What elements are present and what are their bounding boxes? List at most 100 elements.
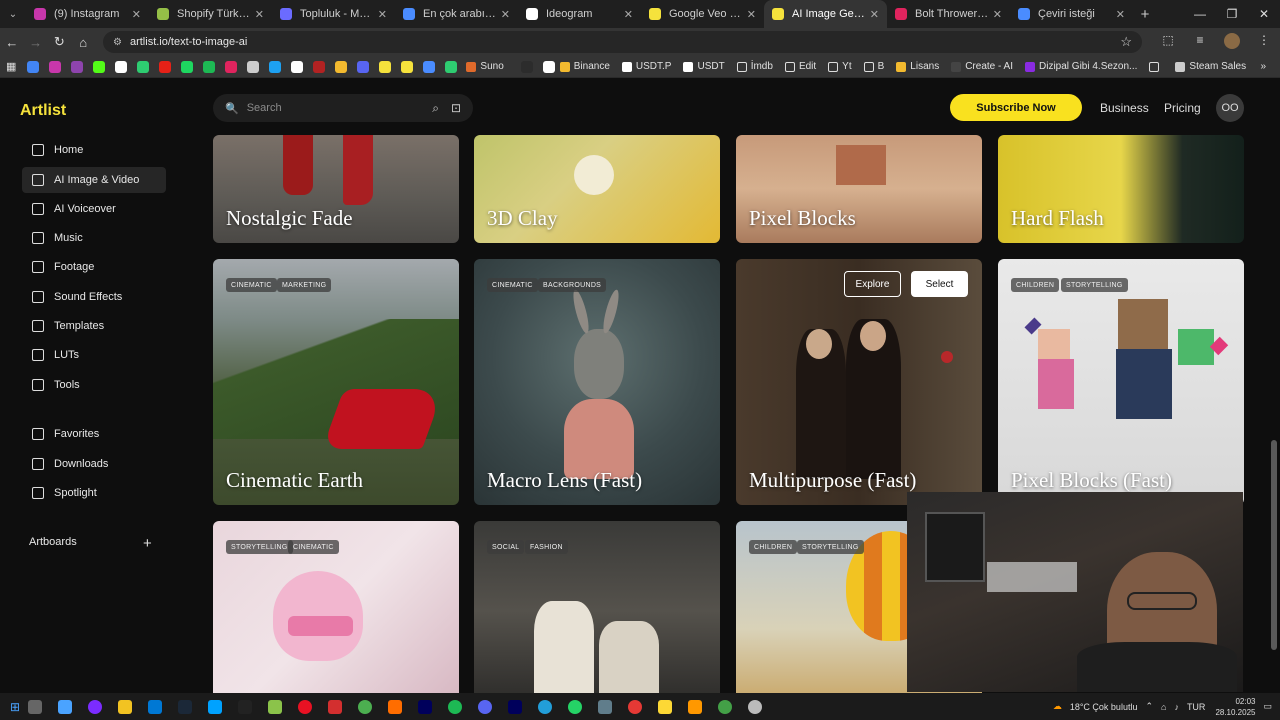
sidebar-item-tools[interactable]: Tools [22, 372, 166, 398]
task-view-icon[interactable] [28, 699, 43, 714]
business-link[interactable]: Business [1100, 101, 1149, 115]
tab-ideogram[interactable]: Ideogram ✕ [518, 0, 641, 28]
language-indicator[interactable]: TUR [1187, 702, 1206, 712]
bookmark-usdt[interactable]: USDT [683, 61, 725, 72]
notification-icon[interactable]: ▭ [1263, 701, 1272, 712]
style-card-social-fashion[interactable]: SOCIAL FASHION [474, 521, 720, 693]
sidebar-item-home[interactable]: Home [22, 137, 166, 163]
bookmark-icon[interactable] [115, 60, 128, 73]
select-button[interactable]: Select [911, 271, 968, 297]
close-icon[interactable]: ✕ [378, 8, 387, 21]
bookmark-icon[interactable] [225, 60, 238, 73]
sidebar-item-ai-voiceover[interactable]: AI Voiceover [22, 196, 166, 222]
subscribe-button[interactable]: Subscribe Now [950, 94, 1082, 121]
weather-icon[interactable]: ☁ [1053, 701, 1062, 712]
network-icon[interactable]: ⌂ [1161, 702, 1166, 712]
tray-overflow-icon[interactable]: ⌃ [1145, 701, 1153, 712]
sidebar-item-music[interactable]: Music [22, 225, 166, 251]
explore-button[interactable]: Explore [844, 271, 901, 297]
folder-yt[interactable]: Yt [828, 61, 852, 72]
close-icon[interactable]: ✕ [993, 8, 1002, 21]
sidebar-item-favorites[interactable]: Favorites [22, 421, 166, 447]
extensions-icon[interactable]: ⬚ [1152, 33, 1184, 52]
tab-instagram[interactable]: (9) Instagram ✕ [26, 0, 149, 28]
url-field[interactable]: ⚙ artlist.io/text-to-image-ai ☆ [103, 31, 1143, 53]
sidebar-item-footage[interactable]: Footage [22, 254, 166, 280]
folder-bookmark[interactable] [1149, 61, 1163, 72]
tab-meshy[interactable]: Topluluk - Meshy ✕ [272, 0, 395, 28]
apps-icon[interactable]: ▦ [6, 60, 16, 73]
clock[interactable]: 02:03 28.10.2025 [1215, 696, 1255, 718]
bookmark-usdtp[interactable]: USDT.P [621, 61, 671, 72]
tab-ai-image-generator[interactable]: AI Image Generator ✕ [764, 0, 887, 28]
restore-icon[interactable]: ❐ [1216, 7, 1248, 21]
app-icon[interactable] [718, 699, 733, 714]
artlist-logo[interactable]: Artlist [20, 102, 66, 120]
bookmark-icon[interactable] [49, 60, 62, 73]
style-card-cinematic-earth[interactable]: CINEMATIC MARKETING Cinematic Earth [213, 259, 459, 505]
bookmark-icon[interactable] [357, 60, 370, 73]
app-icon[interactable] [388, 699, 403, 714]
add-artboard-icon[interactable]: + [143, 535, 152, 552]
close-icon[interactable]: ✕ [870, 8, 879, 21]
file-explorer-icon[interactable] [118, 699, 133, 714]
style-card-macro-lens-fast[interactable]: CINEMATIC BACKGROUNDS Macro Lens (Fast) [474, 259, 720, 505]
page-scrollbar[interactable] [1271, 440, 1277, 650]
close-icon[interactable]: ✕ [501, 8, 510, 21]
sidebar-item-downloads[interactable]: Downloads [22, 451, 166, 477]
style-card-nostalgic-fade[interactable]: Nostalgic Fade [213, 135, 459, 243]
tab-shopify[interactable]: Shopify Türkiye ✕ [149, 0, 272, 28]
bookmark-dizipal[interactable]: Dizipal Gibi 4.Sezon... [1025, 61, 1137, 72]
bookmark-icon[interactable] [247, 60, 260, 73]
folder-edit[interactable]: Edit [784, 61, 816, 72]
bookmark-icon[interactable] [181, 60, 194, 73]
bookmark-create-ai[interactable]: Create - AI [951, 61, 1013, 72]
opera-icon[interactable] [298, 699, 313, 714]
close-icon[interactable]: ✕ [747, 8, 756, 21]
tab-keywords[interactable]: En çok arabılan kelime ✕ [395, 0, 518, 28]
profile-avatar[interactable] [1216, 32, 1248, 52]
whatsapp-icon[interactable] [568, 699, 583, 714]
forward-icon[interactable]: → [24, 35, 48, 50]
tab-veo[interactable]: Google Veo 3: Revolu ✕ [641, 0, 764, 28]
bookmark-icon[interactable] [423, 60, 436, 73]
bookmark-icon[interactable] [542, 60, 555, 73]
folder-imdb[interactable]: İmdb [736, 61, 773, 72]
calculator-icon[interactable] [598, 699, 613, 714]
minimize-icon[interactable]: — [1184, 7, 1216, 21]
bookmark-icon[interactable] [379, 60, 392, 73]
tab-bolt-thrower[interactable]: Bolt Thrower - The N ✕ [887, 0, 1010, 28]
close-icon[interactable]: ✕ [1116, 8, 1125, 21]
bookmarks-overflow-icon[interactable]: » [1260, 61, 1266, 72]
bookmark-steam-sales[interactable]: Steam Sales [1175, 61, 1246, 72]
discord-icon[interactable] [478, 699, 493, 714]
close-window-icon[interactable]: ✕ [1248, 7, 1280, 21]
bookmark-icon[interactable] [445, 60, 458, 73]
bookmark-binance[interactable]: Binance [559, 61, 610, 72]
style-card-hard-flash[interactable]: Hard Flash [998, 135, 1244, 243]
capcut-icon[interactable] [238, 699, 253, 714]
search-submit-icon[interactable]: ⌕ [432, 101, 439, 116]
bookmark-icon[interactable] [159, 60, 172, 73]
audition-icon[interactable] [508, 699, 523, 714]
app-icon[interactable] [268, 699, 283, 714]
telegram-icon[interactable] [538, 699, 553, 714]
sidebar-item-templates[interactable]: Templates [22, 313, 166, 339]
bookmark-icon[interactable] [401, 60, 414, 73]
bookmark-icon[interactable] [93, 60, 106, 73]
bookmark-icon[interactable] [269, 60, 282, 73]
style-card-3d-clay[interactable]: 3D Clay [474, 135, 720, 243]
steam-icon[interactable] [178, 699, 193, 714]
app-icon[interactable] [688, 699, 703, 714]
menu-icon[interactable]: ⋮ [1248, 33, 1280, 52]
user-avatar[interactable]: OO [1216, 94, 1244, 122]
style-card-pixel-blocks[interactable]: Pixel Blocks [736, 135, 982, 243]
app-icon[interactable] [88, 699, 103, 714]
style-card-storytelling-cinematic[interactable]: STORYTELLING CINEMATIC [213, 521, 459, 693]
bookmark-icon[interactable] [520, 60, 533, 73]
site-info-icon[interactable]: ⚙ [113, 37, 122, 48]
style-card-pixel-blocks-fast[interactable]: CHILDREN STORYTELLING Pixel Blocks (Fast… [998, 259, 1244, 505]
chrome-icon[interactable] [358, 699, 373, 714]
sidebar-item-luts[interactable]: LUTs [22, 342, 166, 368]
bookmark-star-icon[interactable]: ☆ [1120, 34, 1132, 50]
